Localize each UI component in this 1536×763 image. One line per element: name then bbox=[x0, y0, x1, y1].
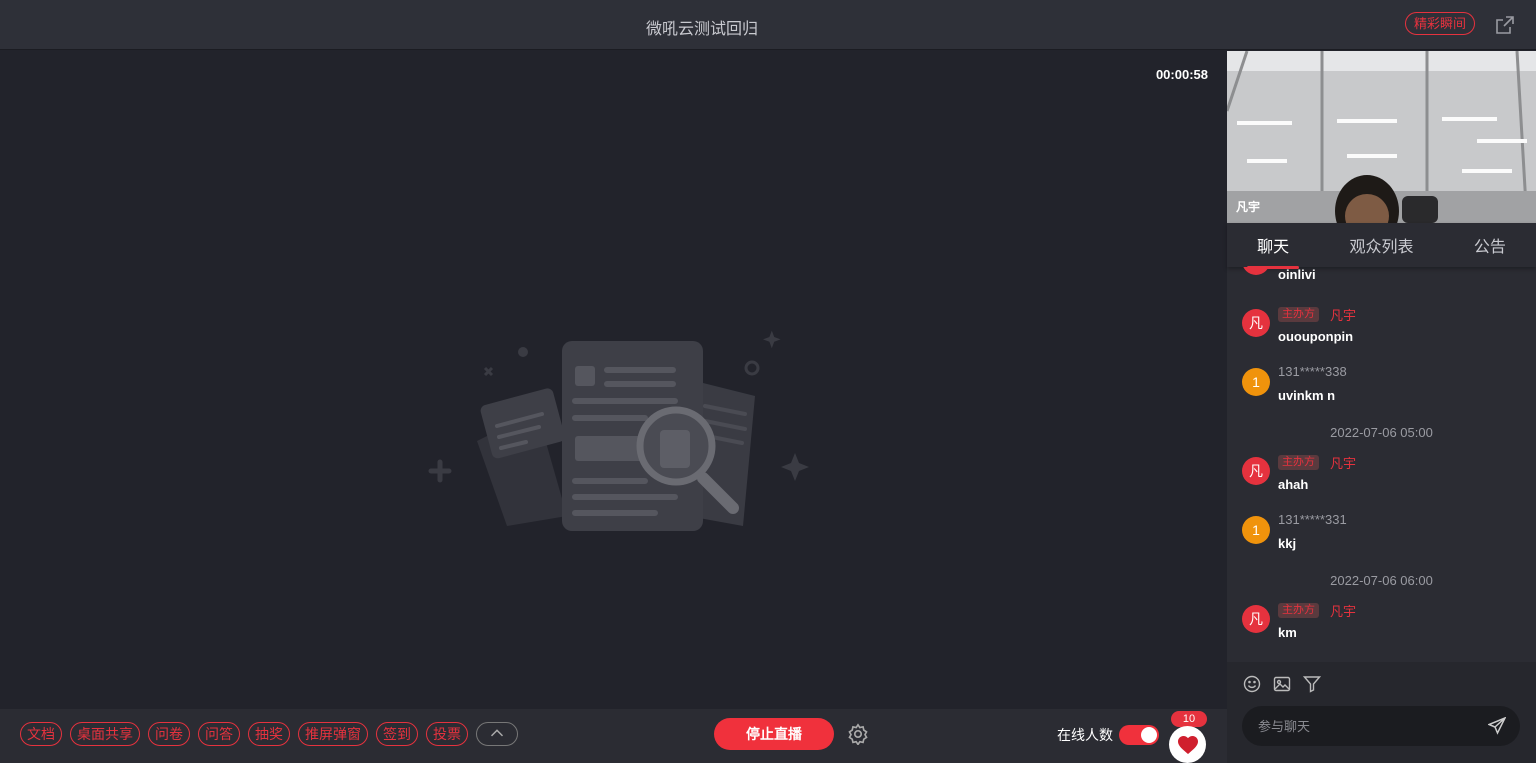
share-icon[interactable] bbox=[1495, 15, 1515, 35]
avatar: 1 bbox=[1242, 368, 1270, 396]
heart-icon bbox=[1177, 735, 1198, 754]
toggle-knob bbox=[1141, 727, 1157, 743]
highlight-moments-button[interactable]: 精彩瞬间 bbox=[1405, 12, 1475, 35]
filter-icon[interactable] bbox=[1302, 675, 1322, 693]
chat-list[interactable]: oinlivi 凡 主办方 凡宇 ououponpin 1 131*****33… bbox=[1227, 267, 1536, 662]
tool-survey-button[interactable]: 问卷 bbox=[148, 722, 190, 746]
online-count-toggle[interactable] bbox=[1119, 725, 1159, 745]
message-text: kkj bbox=[1278, 536, 1297, 551]
side-tabs: 聊天 观众列表 公告 bbox=[1227, 223, 1536, 269]
tool-vote-button[interactable]: 投票 bbox=[426, 722, 468, 746]
host-role-badge: 主办方 bbox=[1278, 455, 1319, 470]
chat-input-area bbox=[1227, 662, 1536, 763]
message-text: km bbox=[1278, 625, 1297, 640]
empty-document-illustration bbox=[428, 330, 809, 531]
like-count-badge: 10 bbox=[1171, 711, 1207, 727]
tab-announcement[interactable]: 公告 bbox=[1470, 233, 1510, 257]
sender-name: 凡宇 bbox=[1330, 308, 1357, 323]
message-text: ououponpin bbox=[1278, 329, 1354, 344]
bottom-toolbar: 文档 桌面共享 问卷 问答 抽奖 推屏弹窗 签到 投票 停止直播 在线人数 10 bbox=[0, 709, 1227, 763]
avatar bbox=[1242, 267, 1270, 275]
video-frame bbox=[1227, 51, 1536, 223]
top-bar: 微吼云测试回归 精彩瞬间 bbox=[0, 0, 1536, 50]
right-panel: 凡宇 聊天 观众列表 公告 oinlivi 凡 主办方 凡宇 ououponpi… bbox=[1227, 51, 1536, 763]
sender-name: 凡宇 bbox=[1330, 604, 1357, 619]
avatar: 凡 bbox=[1242, 309, 1270, 337]
page-title: 微吼云测试回归 bbox=[645, 21, 758, 38]
avatar: 1 bbox=[1242, 516, 1270, 544]
tool-qa-button[interactable]: 问答 bbox=[198, 722, 240, 746]
host-role-badge: 主办方 bbox=[1278, 307, 1319, 322]
expand-tools-button[interactable] bbox=[476, 722, 518, 746]
gear-icon[interactable] bbox=[847, 723, 869, 745]
tab-audience-list[interactable]: 观众列表 bbox=[1345, 233, 1417, 257]
avatar: 凡 bbox=[1242, 457, 1270, 485]
stop-live-button[interactable]: 停止直播 bbox=[714, 718, 834, 750]
tab-chat[interactable]: 聊天 bbox=[1247, 233, 1300, 269]
chat-timestamp: 2022-07-06 06:00 bbox=[1330, 573, 1433, 588]
message-text: oinlivi bbox=[1278, 267, 1316, 282]
tool-document-button[interactable]: 文档 bbox=[20, 722, 62, 746]
image-icon[interactable] bbox=[1273, 675, 1291, 693]
emoji-icon[interactable] bbox=[1243, 675, 1261, 693]
tool-desktop-share-button[interactable]: 桌面共享 bbox=[70, 722, 140, 746]
message-text: uvinkm n bbox=[1278, 388, 1336, 403]
sender-name: 131*****331 bbox=[1278, 512, 1347, 527]
tool-push-popup-button[interactable]: 推屏弹窗 bbox=[298, 722, 368, 746]
chevron-up-icon bbox=[490, 729, 504, 737]
chat-timestamp: 2022-07-06 05:00 bbox=[1330, 425, 1433, 440]
message-text: ahah bbox=[1278, 477, 1309, 492]
avatar: 凡 bbox=[1242, 605, 1270, 633]
presenter-name: 凡宇 bbox=[1236, 200, 1261, 214]
presenter-video: 凡宇 bbox=[1227, 51, 1536, 223]
online-count-label: 在线人数 bbox=[1057, 727, 1113, 743]
tool-signin-button[interactable]: 签到 bbox=[376, 722, 418, 746]
sender-name: 凡宇 bbox=[1330, 456, 1357, 471]
chat-input[interactable] bbox=[1242, 706, 1520, 746]
like-button[interactable] bbox=[1169, 726, 1206, 763]
tool-lottery-button[interactable]: 抽奖 bbox=[248, 722, 290, 746]
tool-group: 文档 桌面共享 问卷 问答 抽奖 推屏弹窗 签到 投票 bbox=[20, 722, 518, 746]
live-timer: 00:00:58 bbox=[1155, 67, 1208, 82]
live-stage: 00:00:58 bbox=[0, 51, 1227, 709]
host-role-badge: 主办方 bbox=[1278, 603, 1319, 618]
send-icon[interactable] bbox=[1488, 717, 1506, 735]
sender-name: 131*****338 bbox=[1278, 364, 1347, 379]
input-tools bbox=[1243, 675, 1322, 693]
